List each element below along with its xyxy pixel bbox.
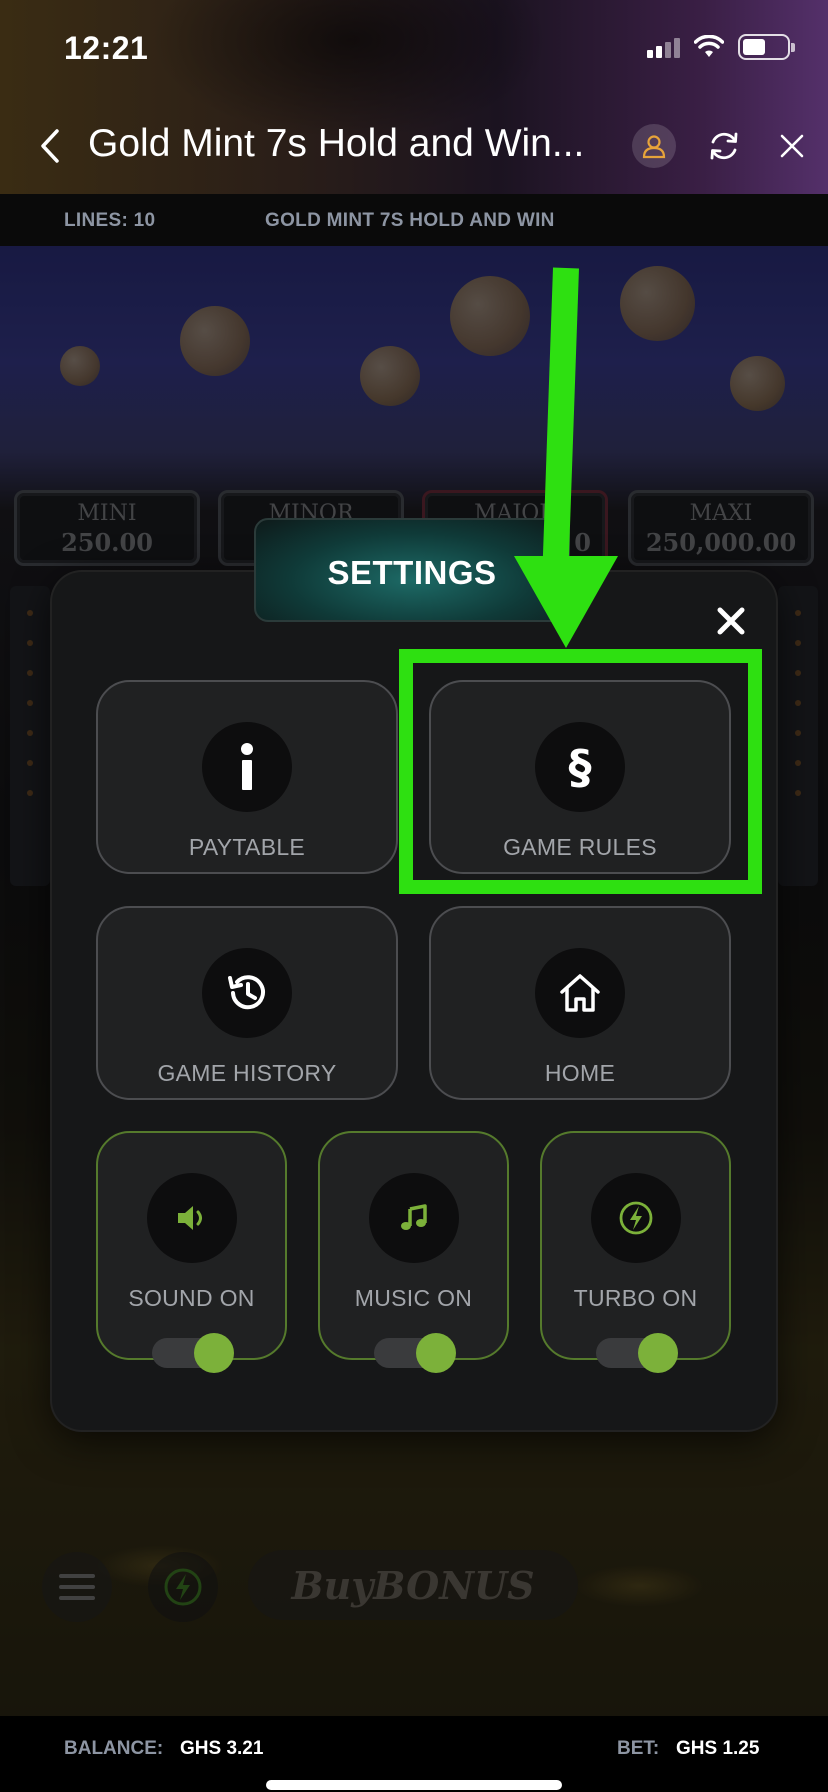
refresh-icon (710, 132, 738, 160)
home-indicator[interactable] (266, 1780, 562, 1790)
annotation-arrow-head (514, 556, 618, 648)
turbo-icon-wrap (590, 1173, 681, 1263)
page-title: Gold Mint 7s Hold and Win... (88, 122, 585, 165)
balance-label: BALANCE: (64, 1738, 164, 1759)
close-icon (717, 607, 745, 635)
history-icon (228, 975, 265, 1010)
account-button[interactable] (632, 124, 676, 168)
game-history-icon-wrap (202, 948, 292, 1038)
status-time: 12:21 (64, 30, 149, 66)
music-icon-wrap (368, 1173, 459, 1263)
music-label: MUSIC ON (354, 1285, 473, 1311)
game-history-label: GAME HISTORY (157, 1060, 337, 1086)
paytable-icon-wrap (202, 722, 292, 812)
app-header: 12:21 Gold Mint 7s Hold and Win... (0, 0, 828, 194)
refresh-button[interactable] (704, 124, 744, 168)
signal-icon (647, 36, 680, 58)
home-button[interactable]: HOME (429, 906, 731, 1100)
speaker-icon (177, 1206, 202, 1230)
status-icons (647, 34, 795, 60)
user-icon (642, 135, 666, 159)
lines-count: LINES: 10 (64, 210, 156, 231)
turbo-toggle-tile: TURBO ON (540, 1131, 731, 1373)
close-app-button[interactable] (772, 124, 812, 168)
highlight-box (399, 649, 762, 894)
wifi-icon (694, 35, 724, 57)
info-bar: LINES: 10 GOLD MINT 7S HOLD AND WIN (0, 194, 828, 246)
turbo-switch[interactable] (595, 1333, 678, 1373)
close-icon (780, 134, 804, 158)
bet-label: BET: (617, 1738, 660, 1759)
music-toggle-tile: MUSIC ON (318, 1131, 509, 1373)
sound-toggle-tile: SOUND ON (96, 1131, 287, 1373)
header-glow (150, 0, 550, 140)
close-settings-button[interactable] (706, 596, 756, 646)
home-icon (560, 974, 600, 1012)
lightning-icon (619, 1201, 652, 1235)
paytable-button[interactable]: PAYTABLE (96, 680, 398, 874)
sound-icon-wrap (146, 1173, 237, 1263)
back-icon (41, 129, 59, 163)
sound-switch[interactable] (151, 1333, 234, 1373)
back-button[interactable] (30, 124, 70, 168)
home-icon-wrap (535, 948, 625, 1038)
music-note-icon (400, 1204, 427, 1230)
bet-value: GHS 1.25 (676, 1738, 760, 1759)
game-name: GOLD MINT 7S HOLD AND WIN (265, 210, 555, 231)
sound-label: SOUND ON (128, 1285, 255, 1311)
footer-bar: BALANCE: GHS 3.21 BET: GHS 1.25 (0, 1716, 828, 1792)
game-history-button[interactable]: GAME HISTORY (96, 906, 398, 1100)
turbo-label: TURBO ON (573, 1285, 698, 1311)
music-switch[interactable] (373, 1333, 456, 1373)
settings-title: SETTINGS (327, 554, 497, 591)
home-label: HOME (544, 1060, 616, 1086)
info-icon (241, 743, 253, 790)
paytable-label: PAYTABLE (188, 834, 306, 860)
balance-value: GHS 3.21 (180, 1738, 264, 1759)
battery-icon (738, 34, 795, 60)
